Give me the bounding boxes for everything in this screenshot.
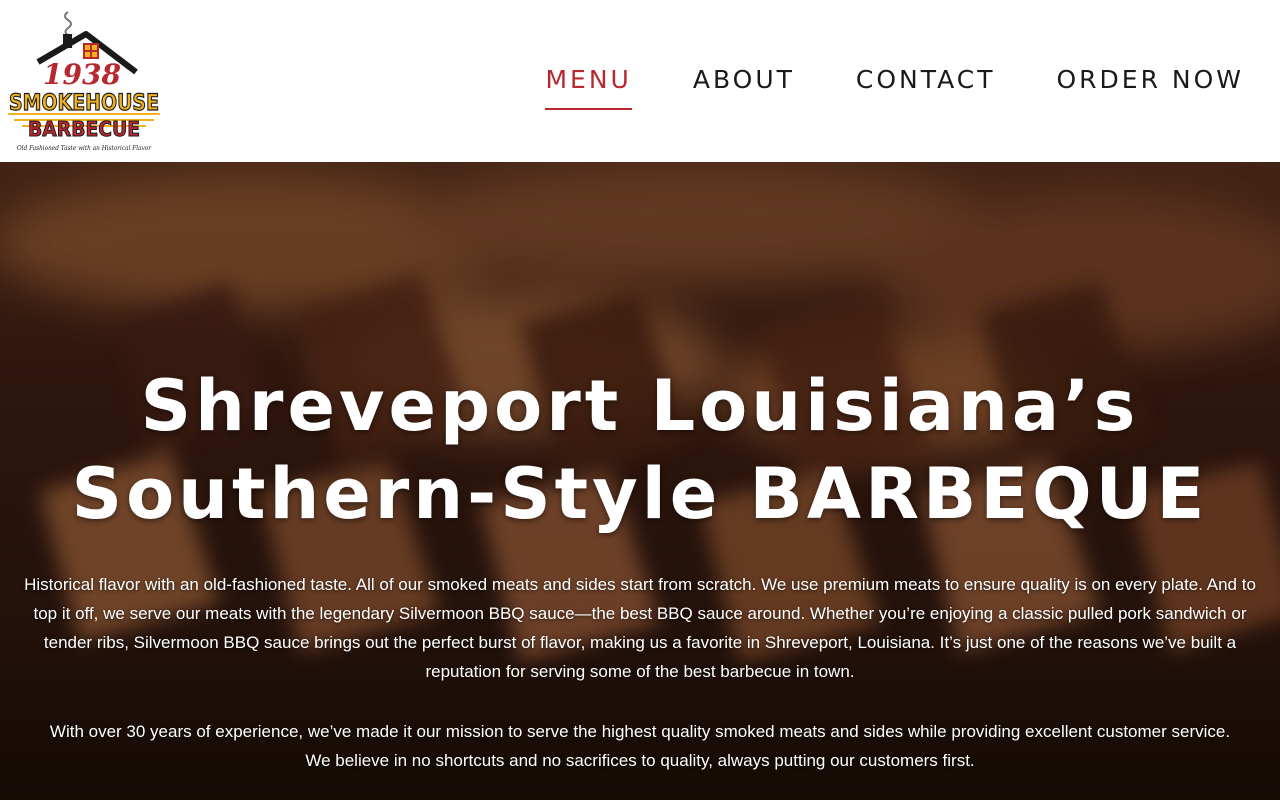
nav-order-now[interactable]: ORDER NOW — [1056, 62, 1244, 110]
hero-title-line1: Shreveport Louisiana’s — [140, 365, 1140, 447]
nav-contact[interactable]: CONTACT — [856, 62, 996, 110]
brand-logo[interactable]: 1938 SMOKEHOUSE BARBECUE Old Fashioned T… — [8, 10, 160, 154]
smoke-icon — [64, 11, 72, 36]
hero-title: Shreveport Louisiana’s Southern-Style BA… — [0, 362, 1280, 538]
logo-line1: SMOKEHOUSE — [9, 91, 159, 116]
logo-year: 1938 — [43, 58, 121, 91]
site-header: 1938 SMOKEHOUSE BARBECUE Old Fashioned T… — [0, 0, 1280, 162]
main-nav: MENU ABOUT CONTACT ORDER NOW — [545, 62, 1244, 110]
hero-section: Shreveport Louisiana’s Southern-Style BA… — [0, 162, 1280, 800]
hero-paragraph-1: Historical flavor with an old-fashioned … — [24, 575, 1256, 681]
logo-line2: BARBECUE — [28, 117, 140, 141]
hero-content: Shreveport Louisiana’s Southern-Style BA… — [0, 162, 1280, 800]
nav-about[interactable]: ABOUT — [693, 62, 795, 110]
hero-title-line2: Southern-Style BARBEQUE — [71, 453, 1209, 535]
nav-menu[interactable]: MENU — [545, 62, 632, 110]
logo-tagline: Old Fashioned Taste with an Historical F… — [17, 145, 152, 152]
hero-paragraph-2: With over 30 years of experience, we’ve … — [49, 722, 1231, 770]
